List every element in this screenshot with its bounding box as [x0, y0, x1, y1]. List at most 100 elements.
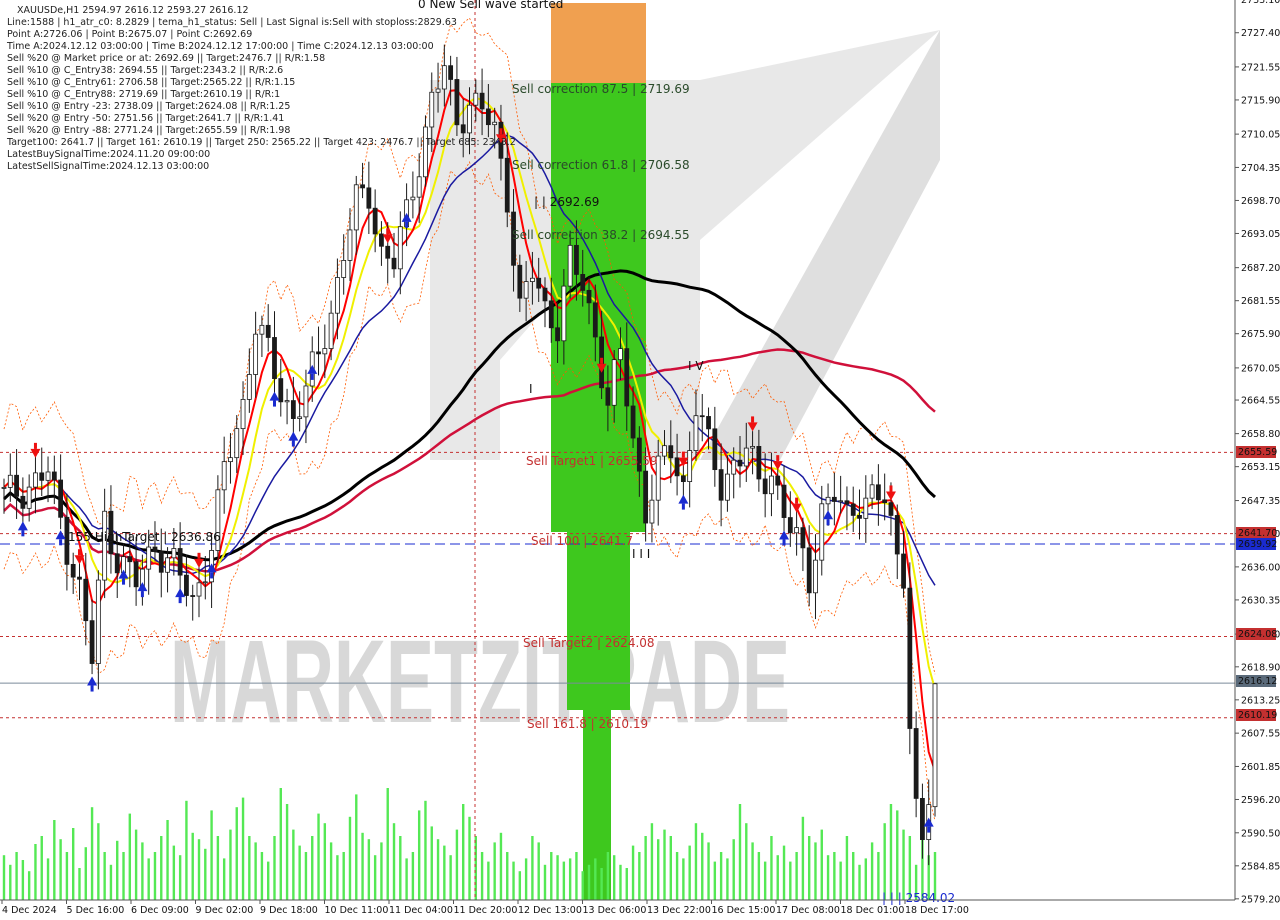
volume-bar — [581, 871, 584, 900]
volume-bar — [600, 868, 603, 900]
volume-bar — [229, 829, 232, 900]
volume-bar — [103, 852, 106, 900]
volume-bar — [669, 836, 672, 900]
candle-body — [932, 683, 938, 808]
candle-body — [353, 184, 359, 231]
volume-bar — [116, 840, 119, 900]
y-tick-label: 2715.90 — [1241, 95, 1280, 106]
volume-bar — [455, 829, 459, 900]
volume-bar — [122, 852, 125, 900]
candle-body — [693, 415, 699, 451]
tag-2616: 2616.12 — [1238, 676, 1277, 687]
candle-body — [133, 561, 139, 588]
candle-body — [618, 348, 623, 361]
candle-body — [624, 348, 630, 407]
y-tick-label: 2658.80 — [1241, 429, 1280, 440]
candle-body — [706, 416, 711, 430]
sell-arrow-stem — [386, 228, 390, 235]
x-tick-label: 9 Dec 02:00 — [196, 905, 254, 916]
volume-bar — [789, 861, 792, 900]
volume-bar — [663, 829, 666, 900]
volume-bar — [185, 800, 188, 900]
candle-body — [467, 104, 472, 134]
candle-body — [756, 446, 762, 480]
y-tick-label: 2681.55 — [1241, 296, 1280, 307]
volume-bar — [84, 847, 87, 900]
volume-bar — [612, 855, 616, 900]
volume-bar — [757, 852, 761, 900]
volume-bar — [606, 852, 610, 900]
sell-100-label: Sell 100 | 2641.7 — [531, 534, 633, 548]
candle-body — [234, 428, 240, 459]
volume-bar — [65, 852, 69, 900]
candle-body — [479, 92, 485, 110]
volume-bar — [870, 842, 874, 900]
volume-bar — [430, 826, 433, 900]
candle-body — [45, 471, 51, 481]
buy-arrow-stem — [21, 530, 25, 537]
tag-2639: 2639.92 — [1238, 539, 1277, 550]
candle-body — [530, 277, 535, 282]
y-tick-label: 2727.40 — [1241, 28, 1280, 39]
volume-bar — [820, 829, 823, 900]
sell-arrow-stem — [681, 451, 685, 458]
x-tick-label: 5 Dec 16:00 — [67, 905, 125, 916]
info-line: Sell %10 @ C_Entry61: 2706.58 || Target:… — [7, 77, 295, 88]
info-line: Line:1588 | h1_atr_c0: 8.2829 | tema_h1_… — [7, 17, 457, 28]
candle-body — [485, 108, 491, 126]
y-tick-label: 2613.25 — [1241, 695, 1280, 706]
y-tick-label: 2618.90 — [1241, 662, 1280, 673]
candle-body — [240, 398, 246, 430]
buy-arrow-stem — [782, 539, 786, 546]
candle-body — [83, 578, 89, 622]
volume-bar — [241, 797, 245, 900]
info-line: Point A:2726.06 | Point B:2675.07 | Poin… — [7, 29, 252, 40]
info-line: Sell %10 @ C_Entry38: 2694.55 || Target:… — [7, 65, 283, 76]
volume-bar — [424, 800, 427, 900]
wave-start-label: 0 New Sell wave started — [418, 0, 563, 11]
info-line: Sell %10 @ Entry -23: 2738.09 || Target:… — [7, 101, 290, 112]
info-line: Sell %10 @ C_Entry88: 2719.69 || Target:… — [7, 89, 280, 100]
candle-body — [907, 587, 913, 729]
candle-body — [592, 302, 598, 338]
chart-svg: MARKETZITRADE 0 New Sell wave started Se… — [0, 0, 1280, 920]
candle-body — [473, 92, 479, 106]
candle-body — [385, 245, 391, 259]
y-tick-label: 2664.55 — [1241, 396, 1280, 407]
volume-bar — [392, 823, 396, 900]
volume-bar — [153, 852, 157, 900]
candle-body — [360, 184, 365, 189]
volume-bar — [348, 816, 352, 900]
y-tick-label: 2596.20 — [1241, 795, 1280, 806]
volume-bar — [877, 852, 880, 900]
x-tick-label: 11 Dec 04:00 — [389, 905, 453, 916]
volume-bar — [650, 823, 654, 900]
buy-arrow-stem — [178, 597, 182, 604]
x-tick-label: 4 Dec 2024 — [2, 905, 57, 916]
y-tick-label: 2710.05 — [1241, 130, 1280, 141]
sell-arrow-stem — [600, 357, 604, 364]
volume-bar — [625, 868, 628, 900]
volume-bar — [682, 858, 685, 900]
x-tick-label: 6 Dec 09:00 — [131, 905, 189, 916]
info-line: LatestBuySignalTime:2024.11.20 09:00:00 — [7, 149, 210, 160]
tag-2610: 2610.19 — [1238, 710, 1277, 721]
candle-body — [190, 595, 196, 597]
y-tick-label: 2584.85 — [1241, 861, 1280, 872]
candle-body — [39, 472, 45, 481]
buy-arrow-stem — [826, 519, 830, 526]
buy-arrow-stem — [272, 400, 276, 407]
volume-bar — [745, 823, 748, 900]
volume-bar — [770, 836, 773, 900]
volume-bar — [222, 858, 226, 900]
x-tick-label: 12 Dec 13:00 — [518, 905, 582, 916]
candle-body — [33, 472, 38, 488]
candle-body — [441, 65, 447, 90]
candle-body — [20, 495, 26, 509]
y-tick-label: 2647.35 — [1241, 496, 1280, 507]
watermark-text: MARKETZITRADE — [170, 616, 790, 748]
volume-bar — [405, 858, 408, 900]
x-tick-label: 10 Dec 11:00 — [325, 905, 389, 916]
candle-body — [737, 459, 743, 467]
candle-body — [379, 233, 384, 247]
